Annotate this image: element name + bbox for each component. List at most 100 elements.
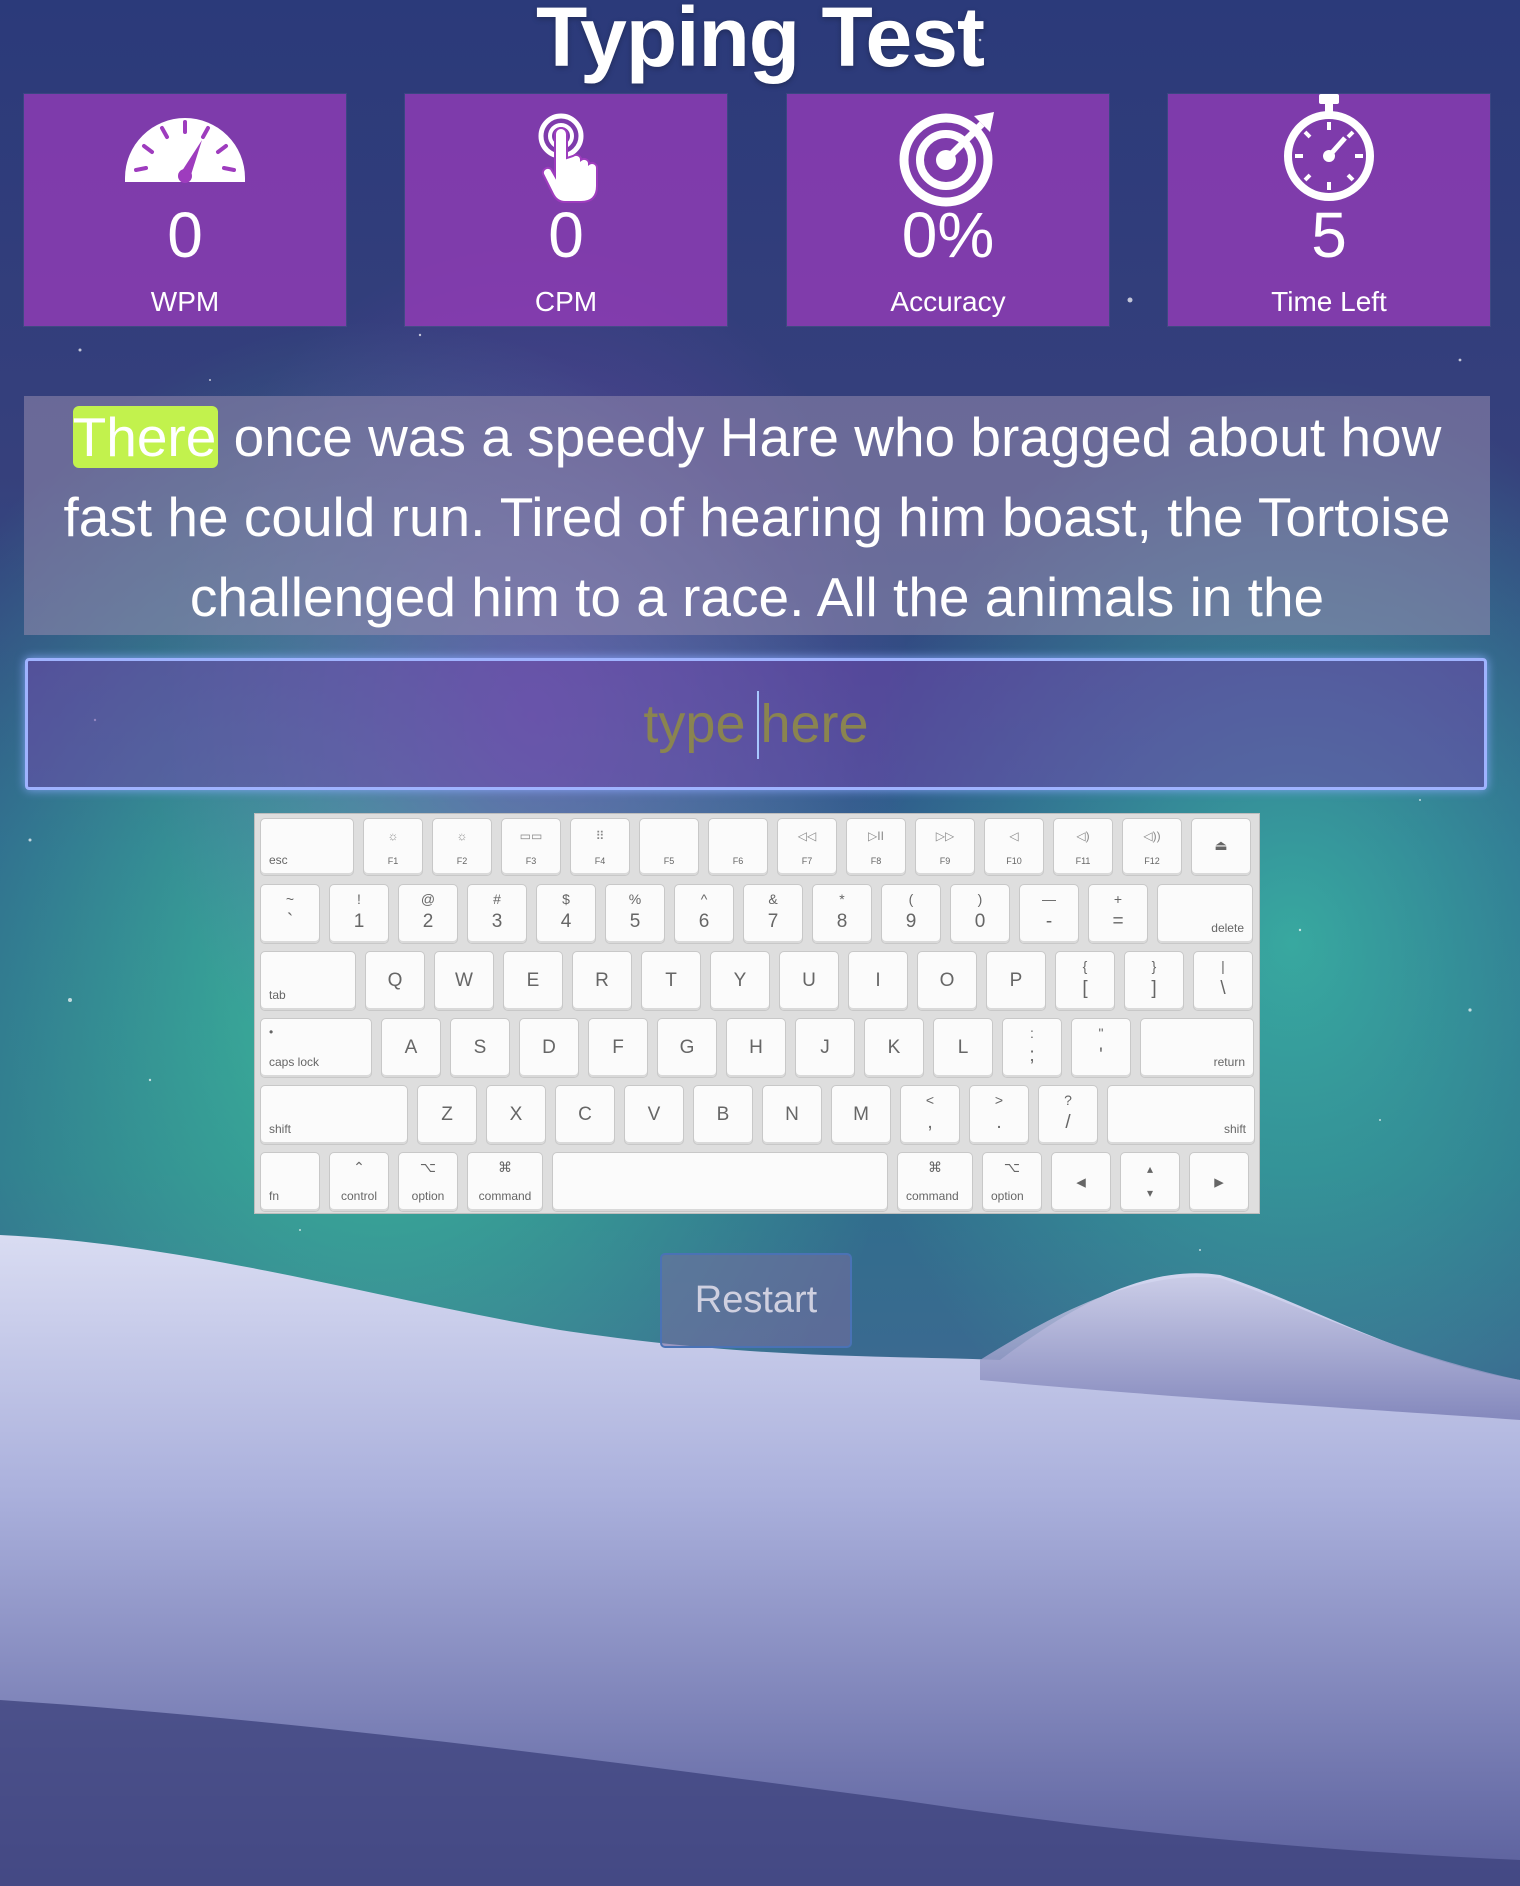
key---0-13: ⏏: [1191, 818, 1251, 876]
key-symbol: ▷▷: [935, 829, 955, 843]
key-f1-0-1: ☼ F1: [363, 818, 423, 876]
time-left-stat-tile: 5 Time Left: [1168, 94, 1490, 326]
key-a-3-1: A: [381, 1018, 441, 1078]
key-symbol: +: [1113, 891, 1123, 907]
key-label: A: [404, 1037, 418, 1058]
key-label: F11: [1075, 856, 1091, 866]
key-symbol: —: [1042, 891, 1056, 907]
key-j-3-7: J: [795, 1018, 855, 1078]
key---2-11: {[: [1055, 951, 1115, 1011]
key-symbol: ): [977, 891, 983, 907]
key-2-1-2: @2: [398, 884, 458, 944]
key-space-5-4: [552, 1152, 888, 1212]
key-delete-1-13: delete: [1157, 884, 1253, 944]
key-e-2-3: E: [503, 951, 563, 1011]
key-t-2-5: T: [641, 951, 701, 1011]
key-symbol: ": [1098, 1025, 1104, 1041]
key-label: F1: [387, 856, 399, 866]
key-u-2-7: U: [779, 951, 839, 1011]
key-label: 7: [767, 911, 779, 932]
key-label: E: [526, 970, 540, 991]
key-label: esc: [269, 853, 288, 867]
caps-lock-indicator: •: [269, 1025, 274, 1039]
key-label: 9: [905, 911, 917, 932]
key-label: N: [785, 1104, 799, 1125]
key-b-4-5: B: [693, 1085, 753, 1145]
key-f11-0-11: ◁) F11: [1053, 818, 1113, 876]
key-symbol: ☼: [387, 829, 399, 843]
key-label: tab: [269, 988, 286, 1002]
key-label: 5: [629, 911, 641, 932]
key-label: B: [716, 1104, 730, 1125]
stopwatch-icon: [1168, 94, 1490, 201]
key---5-9: ▸: [1189, 1152, 1249, 1212]
key-label: `: [286, 911, 294, 932]
key-symbol: ~: [285, 891, 295, 907]
key-d-3-3: D: [519, 1018, 579, 1078]
key-label: \: [1220, 978, 1226, 999]
key-label: O: [939, 970, 955, 991]
key-label: Y: [733, 970, 747, 991]
key-label: R: [595, 970, 609, 991]
key---2-13: | \: [1193, 951, 1253, 1011]
key-label: G: [679, 1037, 695, 1058]
key-8-1-8: * 8: [812, 884, 872, 944]
key-label: Q: [387, 970, 403, 991]
restart-button[interactable]: Restart: [660, 1253, 852, 1348]
key---5-7: ◂: [1051, 1152, 1111, 1212]
time-left-label: Time Left: [1271, 286, 1387, 317]
key-f9-0-9: ▷▷ F9: [915, 818, 975, 876]
key-l-3-9: L: [933, 1018, 993, 1078]
key---4-10: ? /: [1038, 1085, 1098, 1145]
key---4-9: >.: [969, 1085, 1029, 1145]
key---2-12: }]: [1124, 951, 1184, 1011]
key-label: 8: [836, 911, 848, 932]
key-f3-0-3: ▭▭ F3: [501, 818, 561, 876]
arrow-up-down-icon: ▴ ▾: [1146, 1162, 1154, 1200]
cpm-value: 0: [548, 199, 584, 271]
key-tab-2-0: tab: [260, 951, 356, 1011]
key---1-11: — -: [1019, 884, 1079, 944]
key-f5-0-5: F5: [639, 818, 699, 876]
key-label: F12: [1144, 856, 1160, 866]
key-label: -: [1045, 911, 1053, 932]
key-symbol: ◁): [1076, 829, 1090, 843]
key-symbol: #: [493, 891, 501, 907]
key-h-3-6: H: [726, 1018, 786, 1078]
key-label: F8: [870, 856, 882, 866]
key-symbol: %: [628, 891, 642, 907]
key-z-4-1: Z: [417, 1085, 477, 1145]
key-label: ;: [1029, 1045, 1035, 1066]
key-label: P: [1009, 970, 1023, 991]
key-label: ,: [927, 1112, 933, 1133]
key-label: F2: [456, 856, 468, 866]
key-symbol: ⌥: [419, 1159, 437, 1175]
key-label: K: [887, 1037, 901, 1058]
key-k-3-8: K: [864, 1018, 924, 1078]
accuracy-label: Accuracy: [890, 286, 1006, 317]
key-label: ◂: [1076, 1172, 1086, 1193]
key-o-2-9: O: [917, 951, 977, 1011]
key-fn-5-0: fn: [260, 1152, 320, 1212]
key-label: shift: [1223, 1122, 1246, 1136]
tap-finger-icon: [405, 108, 727, 203]
key-symbol: |: [1221, 958, 1225, 974]
key-g-3-5: G: [657, 1018, 717, 1078]
key-symbol: }: [1151, 958, 1157, 974]
page-title: Typing Test: [536, 0, 985, 84]
key-command-5-5: ⌘ command: [897, 1152, 973, 1212]
typing-input[interactable]: [25, 658, 1487, 790]
key-symbol: ^: [700, 891, 708, 907]
key-label: D: [542, 1037, 556, 1058]
key-f8-0-8: ▷II F8: [846, 818, 906, 876]
key-f2-0-2: ☼ F2: [432, 818, 492, 876]
key-option-5-2: ⌥ option: [398, 1152, 458, 1212]
wpm-stat-tile: 0 WPM: [24, 94, 346, 326]
key-label: ]: [1151, 978, 1157, 999]
key-symbol: >: [994, 1092, 1004, 1108]
key-symbol: ▭▭: [519, 829, 543, 843]
key---1-12: + =: [1088, 884, 1148, 944]
key-symbol: :: [1030, 1025, 1034, 1041]
key-w-2-2: W: [434, 951, 494, 1011]
time-left-value: 5: [1311, 199, 1347, 271]
